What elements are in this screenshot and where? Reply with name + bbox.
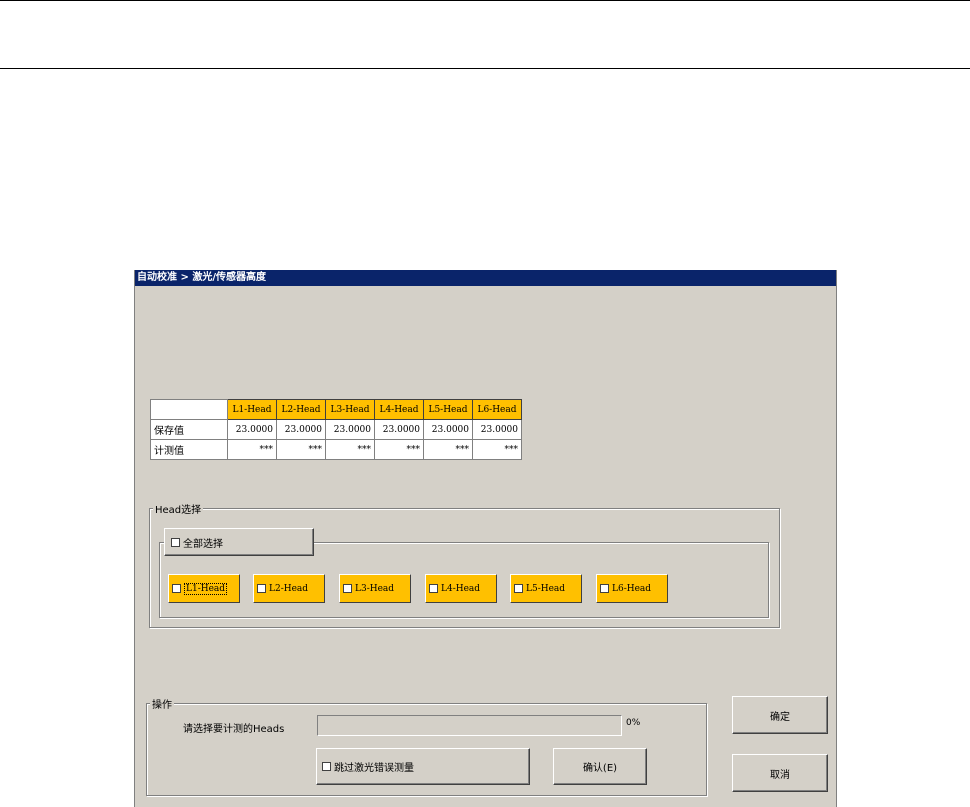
table-cell[interactable]: 23.0000 bbox=[227, 419, 277, 440]
head-checkbox[interactable] bbox=[257, 584, 266, 593]
calibration-dialog: 自动校准 > 激光/传感器高度 L1-Head L2-Head L3-Head … bbox=[134, 270, 837, 807]
head-label: L5-Head bbox=[526, 583, 566, 594]
table-cell[interactable]: 23.0000 bbox=[423, 419, 473, 440]
skip-laser-error-button[interactable]: 跳过激光错误测量 bbox=[316, 748, 530, 785]
table-cell[interactable]: *** bbox=[325, 439, 375, 460]
column-header[interactable]: L5-Head bbox=[423, 399, 473, 420]
header-rule bbox=[0, 68, 970, 69]
head-checkbox[interactable] bbox=[600, 584, 609, 593]
top-rule bbox=[0, 0, 970, 1]
confirm-button[interactable]: 确认(E) bbox=[553, 748, 647, 785]
cancel-button[interactable]: 取消 bbox=[732, 754, 828, 792]
table-cell[interactable]: 23.0000 bbox=[374, 419, 424, 440]
operation-group-title: 操作 bbox=[150, 696, 174, 711]
select-all-label: 全部选择 bbox=[183, 538, 223, 550]
head-label: L3-Head bbox=[355, 583, 395, 594]
head-toggle-l4[interactable]: L4-Head bbox=[425, 574, 497, 603]
table-corner bbox=[150, 399, 228, 420]
table-header-row: L1-Head L2-Head L3-Head L4-Head L5-Head … bbox=[150, 399, 522, 420]
column-header[interactable]: L1-Head bbox=[227, 399, 277, 420]
column-header[interactable]: L4-Head bbox=[374, 399, 424, 420]
table-cell[interactable]: *** bbox=[472, 439, 522, 460]
table-cell[interactable]: 23.0000 bbox=[276, 419, 326, 440]
row-label: 保存值 bbox=[150, 419, 228, 440]
head-label: L4-Head bbox=[441, 583, 481, 594]
head-toggle-l5[interactable]: L5-Head bbox=[510, 574, 582, 603]
head-toggle-l6[interactable]: L6-Head bbox=[596, 574, 668, 603]
head-label: L2-Head bbox=[269, 583, 309, 594]
head-select-group-title: Head选择 bbox=[153, 501, 204, 516]
head-checkbox[interactable] bbox=[514, 584, 523, 593]
head-checkbox[interactable] bbox=[429, 584, 438, 593]
height-table: L1-Head L2-Head L3-Head L4-Head L5-Head … bbox=[150, 399, 522, 460]
row-label: 计测值 bbox=[150, 439, 228, 460]
skip-laser-error-checkbox[interactable] bbox=[322, 762, 331, 771]
operation-prompt: 请选择要计测的Heads bbox=[183, 724, 285, 735]
select-all-checkbox[interactable] bbox=[171, 537, 180, 547]
head-toggle-l1[interactable]: L1-Head bbox=[168, 574, 240, 603]
head-checkbox[interactable] bbox=[172, 584, 181, 593]
head-toggle-l2[interactable]: L2-Head bbox=[253, 574, 325, 603]
ok-button[interactable]: 确定 bbox=[732, 696, 828, 734]
table-cell[interactable]: *** bbox=[276, 439, 326, 460]
column-header[interactable]: L3-Head bbox=[325, 399, 375, 420]
table-cell[interactable]: *** bbox=[374, 439, 424, 460]
head-toggle-l3[interactable]: L3-Head bbox=[339, 574, 411, 603]
progress-percent: 0% bbox=[626, 718, 641, 728]
table-cell[interactable]: 23.0000 bbox=[325, 419, 375, 440]
table-row: 保存值 23.0000 23.0000 23.0000 23.0000 23.0… bbox=[150, 419, 522, 440]
skip-laser-error-label: 跳过激光错误测量 bbox=[334, 763, 414, 774]
dialog-title: 自动校准 > 激光/传感器高度 bbox=[135, 270, 836, 286]
column-header[interactable]: L6-Head bbox=[472, 399, 522, 420]
head-label: L1-Head bbox=[184, 582, 228, 595]
column-header[interactable]: L2-Head bbox=[276, 399, 326, 420]
table-cell[interactable]: 23.0000 bbox=[472, 419, 522, 440]
table-cell[interactable]: *** bbox=[423, 439, 473, 460]
table-row: 计测值 *** *** *** *** *** *** bbox=[150, 439, 522, 460]
progress-bar bbox=[317, 715, 622, 736]
table-cell[interactable]: *** bbox=[227, 439, 277, 460]
head-checkbox[interactable] bbox=[343, 584, 352, 593]
select-all-button[interactable]: 全部选择 bbox=[164, 528, 314, 556]
head-label: L6-Head bbox=[612, 583, 652, 594]
